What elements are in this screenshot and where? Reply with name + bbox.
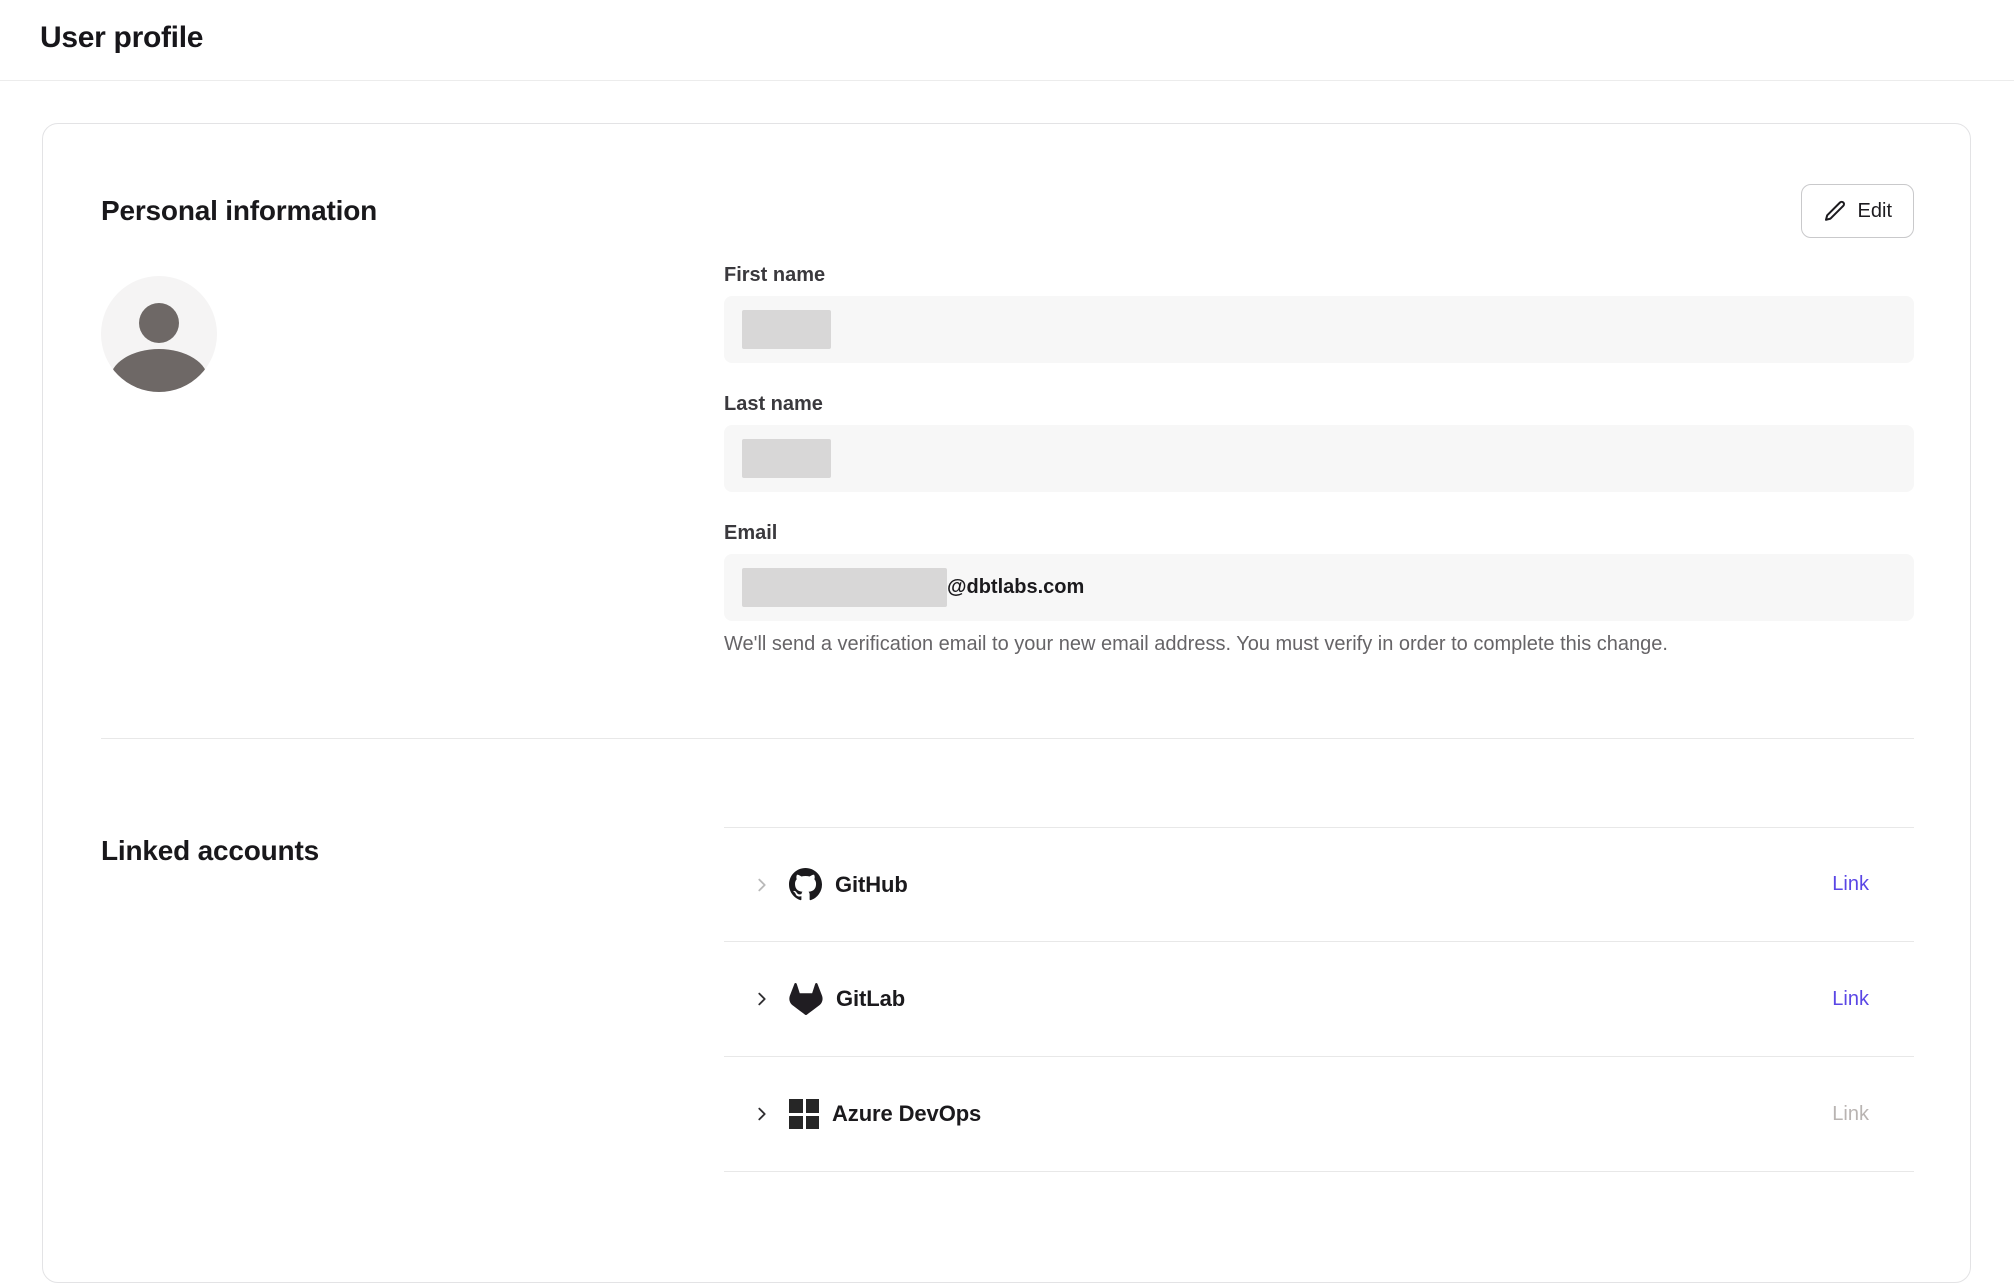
email-field[interactable]: @dbtlabs.com — [724, 554, 1914, 621]
page-header: User profile — [0, 0, 2014, 81]
profile-card: Personal information Edit First name — [42, 123, 1971, 1283]
last-name-field[interactable] — [724, 425, 1914, 492]
last-name-label: Last name — [724, 393, 1914, 416]
first-name-field[interactable] — [724, 296, 1914, 363]
gitlab-icon — [789, 983, 823, 1015]
github-link-action[interactable]: Link — [1832, 873, 1869, 896]
avatar — [101, 276, 217, 392]
email-domain-suffix: @dbtlabs.com — [947, 576, 1084, 599]
personal-information-heading: Personal information — [101, 195, 377, 227]
chevron-right-icon[interactable] — [752, 989, 772, 1009]
page-title: User profile — [40, 21, 203, 55]
first-name-label: First name — [724, 264, 1914, 287]
edit-button[interactable]: Edit — [1801, 184, 1914, 238]
last-name-redacted-value — [742, 439, 831, 478]
chevron-right-icon[interactable] — [752, 1104, 772, 1124]
edit-button-label: Edit — [1858, 200, 1892, 223]
linked-account-name: GitLab — [836, 986, 905, 1012]
linked-account-row-azure-devops: Azure DevOps Link — [724, 1057, 1914, 1172]
first-name-redacted-value — [742, 310, 831, 349]
linked-account-name: Azure DevOps — [832, 1101, 981, 1127]
github-icon — [789, 868, 822, 901]
personal-information-section: Personal information Edit First name — [101, 184, 1914, 739]
pencil-icon — [1823, 199, 1847, 223]
linked-accounts-section: Linked accounts GitHub Link — [101, 739, 1914, 1172]
linked-accounts-heading: Linked accounts — [101, 835, 724, 867]
avatar-column — [101, 264, 724, 656]
email-helper-text: We'll send a verification email to your … — [724, 633, 1914, 656]
linked-account-name: GitHub — [835, 872, 908, 898]
gitlab-link-action[interactable]: Link — [1832, 988, 1869, 1011]
linked-accounts-list: GitHub Link GitLab Link — [724, 827, 1914, 1172]
chevron-right-icon[interactable] — [752, 875, 772, 895]
avatar-person-icon — [139, 303, 179, 343]
email-label: Email — [724, 522, 1914, 545]
azure-devops-icon — [789, 1099, 819, 1129]
azure-devops-link-action: Link — [1832, 1103, 1869, 1126]
linked-account-row-github: GitHub Link — [724, 827, 1914, 942]
fields-column: First name Last name Email @dbtlabs.com … — [724, 264, 1914, 656]
linked-account-row-gitlab: GitLab Link — [724, 942, 1914, 1057]
email-redacted-local-part — [742, 568, 947, 607]
